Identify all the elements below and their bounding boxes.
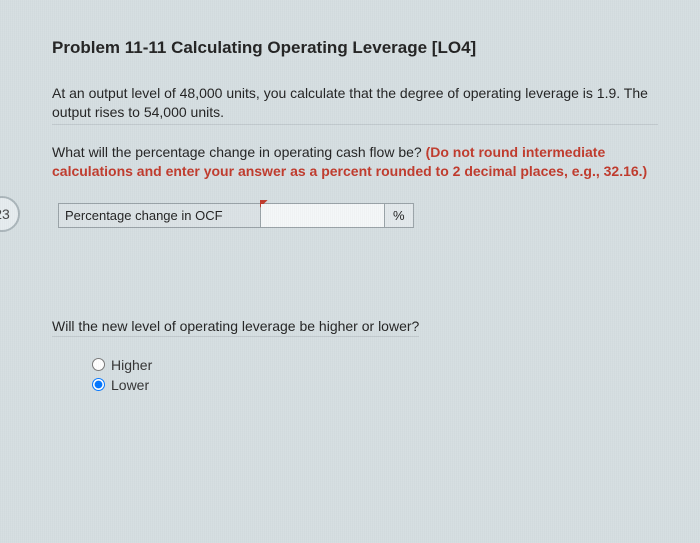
question-2: Will the new level of operating leverage… — [52, 318, 419, 337]
ocf-input[interactable] — [261, 204, 385, 227]
percent-symbol: % — [385, 204, 413, 227]
radio-lower[interactable] — [92, 378, 105, 391]
ocf-label: Percentage change in OCF — [59, 204, 261, 227]
question-1: What will the percentage change in opera… — [52, 143, 658, 181]
ocf-answer-row: Percentage change in OCF % — [58, 203, 414, 228]
radio-higher[interactable] — [92, 358, 105, 371]
ocf-input-wrap — [261, 204, 385, 227]
question-number-badge: 23 — [0, 196, 20, 232]
option-lower[interactable]: Lower — [92, 377, 658, 393]
question-1-text: What will the percentage change in opera… — [52, 144, 426, 160]
option-higher-label: Higher — [111, 357, 152, 373]
problem-title: Problem 11-11 Calculating Operating Leve… — [52, 38, 658, 58]
options-group: Higher Lower — [92, 357, 658, 393]
option-lower-label: Lower — [111, 377, 149, 393]
problem-intro: At an output level of 48,000 units, you … — [52, 84, 658, 125]
option-higher[interactable]: Higher — [92, 357, 658, 373]
